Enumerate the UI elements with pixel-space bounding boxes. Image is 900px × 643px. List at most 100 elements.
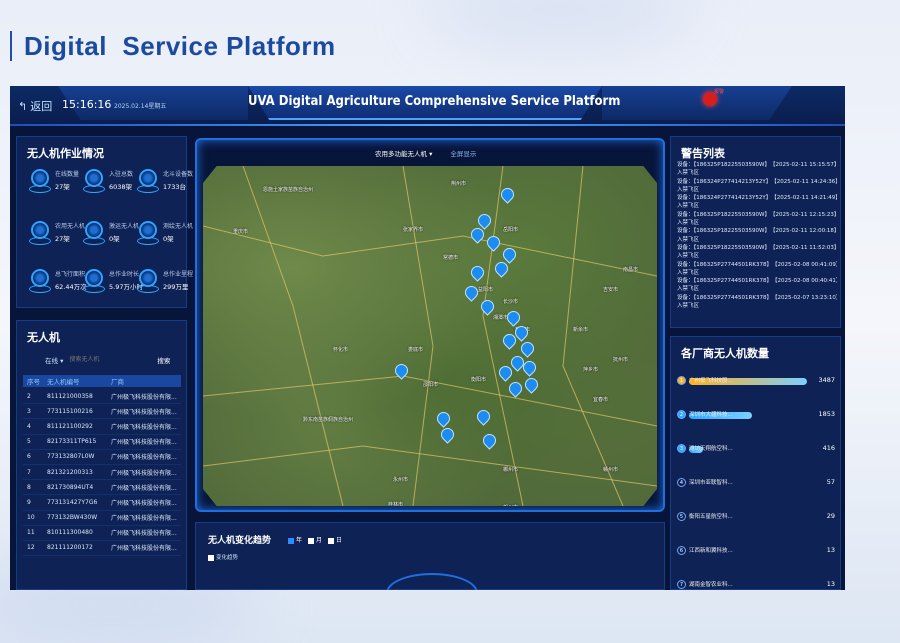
pedestal-icon [137,285,159,293]
cell-vendor: 广州极飞科技股份有限... [111,530,177,538]
vendor-row: 4 深圳市亚联智科... 57 [677,475,837,495]
stat-label: 激运无人机 [109,223,140,230]
panel-title: 警告列表 [681,147,725,160]
panel-title: 无人机 [27,331,60,344]
stat-label: 入驻总数 [109,171,134,178]
cell-no: 4 [27,422,31,430]
cell-id: 810111300480 [47,529,93,537]
vendor-row: 6 江西新和翼科技... 13 [677,543,837,563]
stat-label: 北斗设备数 [163,171,194,178]
cell-id: 821730894UT4 [47,483,94,491]
col-header-no: 序号 [27,378,40,386]
legend-label: 变化趋势 [216,555,239,561]
alert-device: 入禁飞区 [677,203,700,210]
cell-no: 12 [27,544,35,552]
alert-device: 入禁飞区 [677,286,700,293]
vendor-count: 1853 [818,410,835,418]
rank-badge: 4 [677,478,686,487]
alert-list-panel: 警告列表 设备：【186325P18225503590W】 【2025-02-11… [670,136,841,328]
cell-no: 5 [27,438,31,446]
stat-label: 农用无人机 [55,223,86,230]
option-year[interactable]: 年 [288,535,302,544]
dashboard-screenshot: UVA Digital Agriculture Comprehensive Se… [10,86,845,590]
platform-title: UVA Digital Agriculture Comprehensive Se… [248,94,621,109]
alert-row: 设备：【186325P27744501RK378】 【2025-02-08 00:… [677,277,837,285]
table-row[interactable]: 7 821321200313 广州极飞科技股份有限... [23,465,181,481]
alert-device: 设备：【186325P18225503590W】 [677,244,770,251]
alert-row: 设备：【186325P27744501RK378】 【2025-02-08 00:… [677,261,837,269]
alert-row: 设备：【186324P277414213Y52Y】 【2025-02-11 14:… [677,178,837,186]
vendor-name: 深圳市亚联智科... [689,480,733,486]
cell-vendor: 广州极飞科技股份有限... [111,393,177,401]
stat-value: 1733台 [163,183,187,191]
table-row[interactable]: 3 773115100216 广州极飞科技股份有限... [23,404,181,420]
alert-row: 设备：【186325P27744501RK378】 【2025-02-07 13:… [677,294,837,302]
stat-value: 0架 [163,235,174,243]
map-city-label: 恩施土家族苗族自治州 [263,187,314,193]
table-row[interactable]: 6 773132807L0W 广州极飞科技股份有限... [23,450,181,465]
cell-vendor: 广州极飞科技股份有限... [111,423,177,431]
vendor-row: 1 广州极飞科技股... 3487 [677,373,837,393]
vendor-count: 57 [826,478,835,486]
trend-legend: 变化趋势 [208,553,238,561]
alert-device: 入禁飞区 [677,303,700,310]
back-arrow-icon: ↰ [18,99,28,113]
stat-value: 62.44万次 [55,283,87,291]
search-button[interactable]: 搜索 [157,355,170,365]
stat-value: 27架 [55,235,70,243]
map-city-label: 衡阳市 [471,377,487,383]
fullscreen-button[interactable]: 全屏显示 [450,148,476,158]
vendor-count: 3487 [818,376,835,384]
table-row[interactable]: 10 773132BW430W 广州极飞科技股份有限... [23,511,181,526]
table-row[interactable]: 8 821730894UT4 广州极飞科技股份有限... [23,480,181,496]
vendor-name: 衡阳五星航空科... [689,514,733,520]
map-city-label: 抚州市 [613,357,629,363]
map-city-label: 吉安市 [603,287,619,293]
rank-badge: 5 [677,512,686,521]
pedestal-icon [29,285,51,293]
table-row[interactable]: 2 811121000358 广州极飞科技股份有限... [23,389,181,405]
map-city-label: 常德市 [443,255,459,261]
table-row[interactable]: 9 773131427Y7G6 广州极飞科技股份有限... [23,495,181,511]
map-city-label: 桂林市 [388,502,404,506]
alert-time: 【2025-02-11 11:52:03】进 [770,244,837,251]
cell-id: 821111200172 [47,544,93,552]
vendor-row: 5 衡阳五星航空科... 29 [677,509,837,529]
pedestal-icon [29,185,51,193]
slide-title: Digital Service Platform [24,30,336,61]
cell-vendor: 广州极飞科技股份有限... [111,545,177,553]
alert-row: 入禁飞区 [677,302,837,310]
date-label: 2025.02.14星期五 [114,103,167,110]
option-day-label: 日 [336,537,343,544]
trend-period-options: 年 月 日 [288,535,342,544]
vendor-row: 7 湖南金智农业科... 13 [677,577,837,590]
table-row[interactable]: 12 821111200172 广州极飞科技股份有限... [23,541,181,557]
option-month[interactable]: 月 [308,535,322,544]
table-row[interactable]: 4 811121100292 广州极飞科技股份有限... [23,419,181,435]
cell-no: 9 [27,498,31,506]
satellite-map[interactable]: 重庆市荆州市岳阳市常德市益阳市长沙市株洲市湘潭市衡阳市邵阳市怀化市娄底市吉安市南… [203,166,657,506]
header-glow-line [10,124,845,126]
cell-no: 3 [27,407,31,415]
stat-value: 299万里 [163,283,189,291]
checkbox-icon [328,537,335,544]
map-toolbar: 农用多功能无人机 ▾ 全屏显示 [375,148,476,158]
table-row[interactable]: 11 810111300480 广州极飞科技股份有限... [23,526,181,541]
table-row[interactable]: 5 82173311TP615 广州极飞科技股份有限... [23,435,181,450]
option-day[interactable]: 日 [328,535,342,544]
alert-time: 【2025-02-11 12:00:18】进 [770,228,837,235]
back-label: 返回 [30,100,53,113]
back-button[interactable]: ↰ 返回 [18,98,52,114]
drone-type-select[interactable]: 农用多功能无人机 ▾ [375,148,432,158]
status-filter-select[interactable]: 在线 ▾ [45,355,63,365]
alert-time: 【2025-02-08 00:40:41】进 [771,278,837,285]
alert-device: 设备：【186325P27744501RK378】 [677,294,772,301]
map-city-label: 赣州市 [603,467,619,473]
map-city-label: 娄底市 [408,347,424,353]
cell-no: 8 [27,483,31,491]
col-header-vendor: 厂商 [111,378,124,386]
cell-vendor: 广州极飞科技股份有限... [111,499,177,507]
search-input[interactable] [69,354,142,365]
stat-value: 0架 [109,235,120,243]
alert-device: 设备：【186325P27744501RK378】 [677,278,772,285]
